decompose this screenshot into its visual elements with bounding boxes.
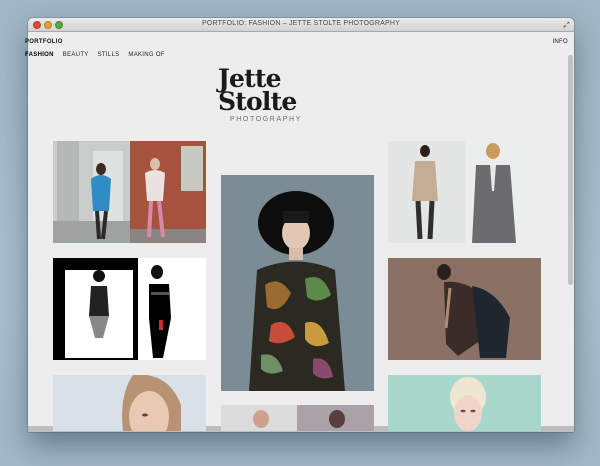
nav-item-stills[interactable]: STILLS [98, 52, 120, 58]
photo-platinum-portrait[interactable] [388, 375, 541, 431]
portfolio-nav: FASHION BEAUTY STILLS MAKING OF [25, 52, 165, 58]
site-logo[interactable]: Jette Stolte PHOTOGRAPHY [218, 66, 328, 123]
logo-line-2: Stolte [218, 87, 297, 116]
photo-bw-frame[interactable] [53, 258, 206, 360]
nav-item-fashion[interactable]: FASHION [25, 52, 54, 58]
photo-street-models[interactable] [53, 141, 206, 243]
logo-subtitle: PHOTOGRAPHY [230, 116, 302, 123]
photo-jacket-brown[interactable] [388, 258, 541, 360]
nav-info-link[interactable]: INFO [552, 39, 568, 45]
nav-item-making-of[interactable]: MAKING OF [128, 52, 164, 58]
nav-section-title: PORTFOLIO [25, 39, 63, 45]
photo-hat-floral-shirt[interactable] [221, 175, 374, 391]
photo-men-coats[interactable] [388, 141, 541, 243]
window-title: PORTFOLIO: FASHION – JETTE STOLTE PHOTOG… [202, 20, 400, 27]
title-bar[interactable]: PORTFOLIO: FASHION – JETTE STOLTE PHOTOG… [28, 18, 574, 32]
photo-bottom-strip[interactable] [221, 405, 374, 431]
nav-item-beauty[interactable]: BEAUTY [63, 52, 89, 58]
fullscreen-icon[interactable] [563, 21, 570, 28]
photo-beauty-blonde[interactable] [53, 375, 206, 431]
scrollbar[interactable] [568, 55, 573, 285]
